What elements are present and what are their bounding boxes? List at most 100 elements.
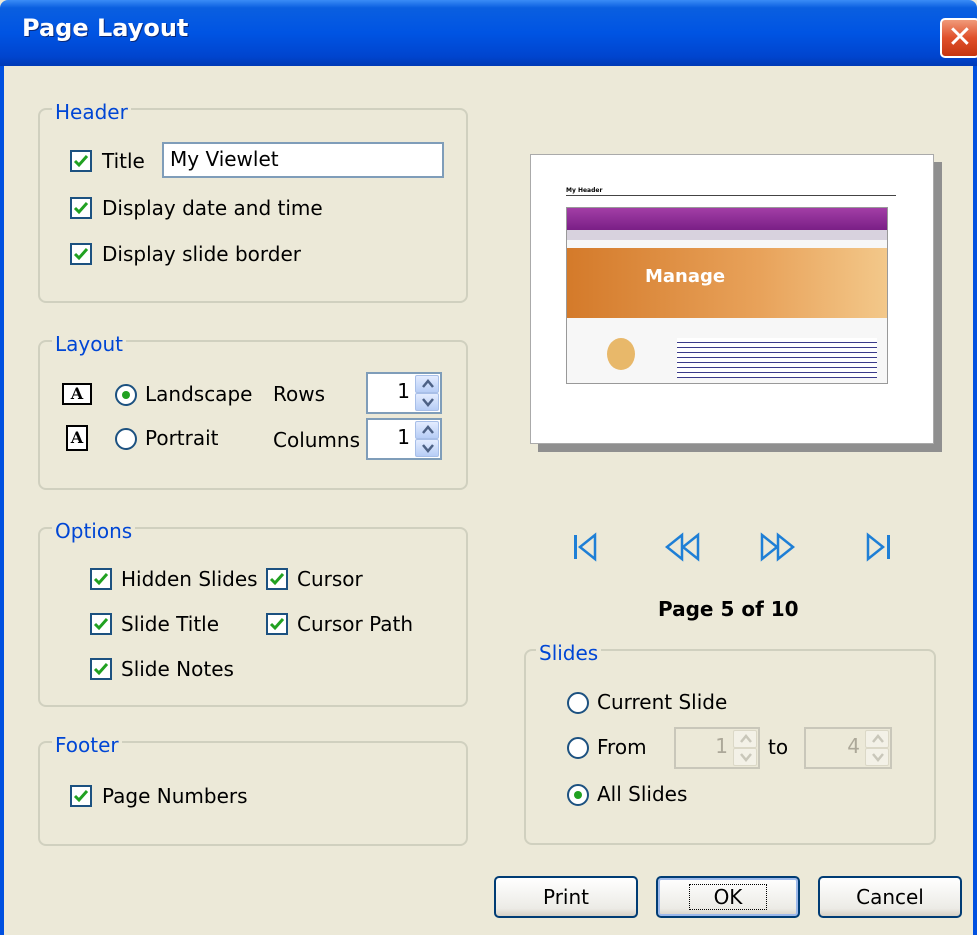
preview-header-text: My Header (566, 187, 603, 194)
to-spin-buttons (865, 730, 889, 766)
display-border-checkbox[interactable] (70, 243, 92, 265)
close-button[interactable]: ✕ (940, 18, 977, 58)
slide-notes-label: Slide Notes (121, 657, 234, 681)
title-checkbox[interactable] (70, 150, 92, 172)
rows-down-button[interactable] (415, 393, 439, 411)
preview-slide: Manage (566, 207, 888, 384)
rows-spin-buttons (415, 375, 439, 411)
previous-page-button[interactable] (662, 532, 702, 562)
window-frame-right (973, 66, 977, 935)
landscape-label: Landscape (145, 382, 253, 406)
chevron-up-icon (872, 734, 884, 743)
preview-slide-nav (567, 208, 887, 230)
slide-title-label: Slide Title (121, 612, 220, 636)
display-date-checkbox[interactable] (70, 197, 92, 219)
cursor-path-checkbox[interactable] (266, 613, 288, 635)
landscape-radio[interactable] (115, 384, 137, 406)
portrait-radio[interactable] (115, 428, 137, 450)
columns-spin-buttons (415, 421, 439, 457)
check-icon (73, 790, 89, 803)
portrait-label: Portrait (145, 426, 219, 450)
page-numbers-label: Page Numbers (102, 784, 248, 808)
chevron-up-icon (422, 425, 434, 434)
page-layout-dialog: Page Layout ✕ Header Title My Viewlet Di… (0, 0, 977, 935)
slide-title-checkbox[interactable] (90, 613, 112, 635)
display-date-label: Display date and time (102, 196, 323, 220)
columns-value: 1 (397, 425, 410, 449)
chevron-down-icon (422, 398, 434, 407)
title-bar[interactable]: Page Layout ✕ (0, 0, 977, 66)
page-preview: My Header Manage (530, 154, 934, 444)
hidden-slides-label: Hidden Slides (121, 567, 258, 591)
page-indicator: Page 5 of 10 (658, 597, 799, 621)
from-down-button[interactable] (733, 748, 757, 766)
current-slide-label: Current Slide (597, 690, 728, 714)
chevron-up-icon (740, 734, 752, 743)
rows-stepper[interactable]: 1 (366, 372, 442, 414)
window-frame-left (0, 66, 4, 935)
cursor-path-label: Cursor Path (297, 612, 414, 636)
portrait-icon: A (66, 425, 88, 451)
title-input[interactable]: My Viewlet (162, 142, 444, 178)
cancel-button[interactable]: Cancel (818, 876, 962, 918)
check-icon (269, 573, 285, 586)
from-up-button[interactable] (733, 730, 757, 748)
check-icon (269, 618, 285, 631)
from-value: 1 (715, 734, 728, 758)
print-button[interactable]: Print (494, 876, 638, 918)
radio-selected-dot (574, 791, 582, 799)
preview-text-lines (677, 338, 877, 378)
check-icon (93, 663, 109, 676)
check-icon (93, 573, 109, 586)
check-icon (93, 618, 109, 631)
preview-header-rule (566, 195, 896, 196)
options-legend: Options (52, 519, 136, 543)
preview-slide-menu (567, 230, 887, 240)
next-page-button[interactable] (758, 532, 798, 562)
to-label: to (768, 735, 789, 759)
all-slides-label: All Slides (597, 782, 688, 806)
last-page-button[interactable] (862, 532, 894, 562)
header-legend: Header (52, 100, 131, 124)
from-label: From (597, 735, 647, 759)
display-border-label: Display slide border (102, 242, 301, 266)
to-up-button[interactable] (865, 730, 889, 748)
columns-label: Columns (273, 428, 361, 452)
to-down-button[interactable] (865, 748, 889, 766)
rows-value: 1 (397, 379, 410, 403)
to-stepper[interactable]: 4 (804, 727, 892, 769)
slide-notes-checkbox[interactable] (90, 658, 112, 680)
preview-slide-banner (567, 248, 887, 318)
from-radio[interactable] (567, 737, 589, 759)
first-page-button[interactable] (571, 532, 603, 562)
preview-avatar (607, 338, 635, 370)
to-value: 4 (847, 734, 860, 758)
page-numbers-checkbox[interactable] (70, 785, 92, 807)
ok-button[interactable]: OK (656, 876, 800, 918)
close-icon: ✕ (947, 20, 973, 55)
cursor-label: Cursor (297, 567, 363, 591)
chevron-down-icon (872, 753, 884, 762)
title-label: Title (102, 149, 145, 173)
layout-group (38, 340, 468, 490)
ok-button-label: OK (688, 884, 768, 910)
window-title: Page Layout (22, 14, 189, 42)
cursor-checkbox[interactable] (266, 568, 288, 590)
all-slides-radio[interactable] (567, 784, 589, 806)
slides-legend: Slides (536, 641, 602, 665)
columns-stepper[interactable]: 1 (366, 418, 442, 460)
from-spin-buttons (733, 730, 757, 766)
preview-banner-text: Manage (645, 266, 726, 287)
check-icon (73, 248, 89, 261)
check-icon (73, 155, 89, 168)
chevron-down-icon (422, 444, 434, 453)
rows-up-button[interactable] (415, 375, 439, 393)
from-stepper[interactable]: 1 (674, 727, 760, 769)
chevron-down-icon (740, 753, 752, 762)
current-slide-radio[interactable] (567, 692, 589, 714)
columns-up-button[interactable] (415, 421, 439, 439)
hidden-slides-checkbox[interactable] (90, 568, 112, 590)
chevron-up-icon (422, 379, 434, 388)
columns-down-button[interactable] (415, 439, 439, 457)
landscape-icon: A (62, 383, 92, 405)
